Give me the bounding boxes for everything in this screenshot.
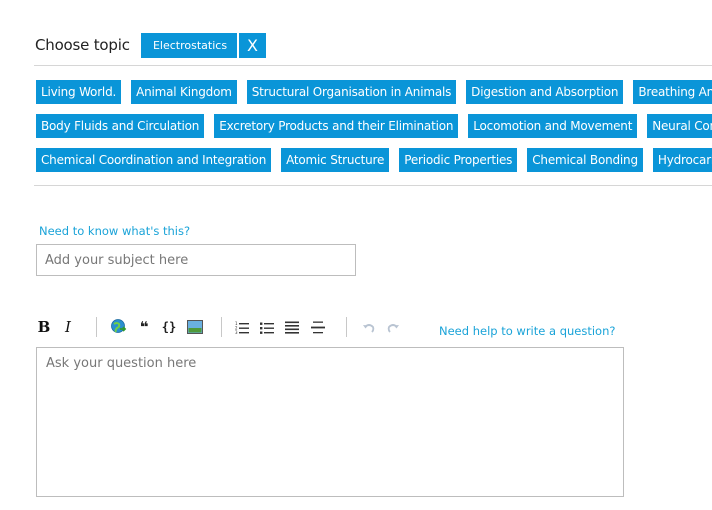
divider	[34, 185, 712, 186]
unordered-list-icon	[260, 322, 274, 334]
horizontal-rule-button[interactable]	[310, 317, 326, 337]
topic-row: Living World. Animal Kingdom Structural …	[36, 80, 712, 104]
topic-tag[interactable]: Living World.	[36, 80, 122, 104]
topic-tag[interactable]: Digestion and Absorption	[466, 80, 624, 104]
subject-help-link[interactable]: Need to know what's this?	[39, 224, 190, 238]
image-button[interactable]	[186, 317, 204, 337]
code-icon: {}	[161, 320, 177, 334]
code-button[interactable]: {}	[160, 317, 178, 337]
selected-topic-label: Electrostatics	[141, 33, 237, 58]
svg-text:3: 3	[235, 330, 238, 334]
topic-tag[interactable]: Excretory Products and their Elimination	[214, 114, 459, 138]
topic-tag[interactable]: Breathing And Exchange of Gases	[633, 80, 712, 104]
ordered-list-button[interactable]: 1 2 3	[234, 317, 250, 337]
topic-tag[interactable]: Atomic Structure	[281, 148, 390, 172]
toolbar-separator	[221, 317, 222, 337]
horizontal-rule-icon	[311, 321, 325, 333]
redo-button[interactable]	[385, 317, 401, 337]
topic-tag[interactable]: Animal Kingdom	[131, 80, 237, 104]
question-editor[interactable]	[36, 347, 624, 497]
topic-tag[interactable]: Chemical Coordination and Integration	[36, 148, 272, 172]
quote-icon: ❝	[139, 318, 149, 336]
bold-icon: B	[37, 318, 51, 336]
question-help-link[interactable]: Need help to write a question?	[439, 324, 615, 338]
topic-tag[interactable]: Structural Organisation in Animals	[246, 80, 457, 104]
link-icon	[111, 319, 127, 333]
heading-icon	[285, 321, 299, 334]
divider	[34, 65, 712, 66]
heading-button[interactable]	[284, 317, 300, 337]
redo-icon	[387, 323, 399, 333]
topic-tag[interactable]: Body Fluids and Circulation	[36, 114, 205, 138]
ask-question-form: Choose topic Electrostatics X Living Wor…	[0, 0, 712, 510]
choose-topic-label: Choose topic	[35, 36, 130, 54]
subject-input[interactable]	[36, 244, 356, 276]
topic-tag[interactable]: Neural Control and Coordination	[647, 114, 712, 138]
bold-button[interactable]: B	[36, 317, 52, 337]
topic-tag[interactable]: Periodic Properties	[399, 148, 518, 172]
topic-row: Body Fluids and Circulation Excretory Pr…	[36, 114, 712, 138]
toolbar-separator	[96, 317, 97, 337]
topic-tag[interactable]: Hydrocarbons	[652, 148, 712, 172]
ordered-list-icon: 1 2 3	[235, 321, 249, 334]
remove-topic-button[interactable]: X	[239, 33, 266, 58]
link-button[interactable]	[109, 317, 129, 337]
italic-button[interactable]: I	[60, 317, 76, 337]
undo-button[interactable]	[360, 317, 376, 337]
unordered-list-button[interactable]	[259, 317, 275, 337]
topic-tag[interactable]: Chemical Bonding	[527, 148, 643, 172]
toolbar-separator	[346, 317, 347, 337]
topic-tag[interactable]: Locomotion and Movement	[468, 114, 638, 138]
undo-icon	[362, 323, 374, 333]
italic-icon: I	[65, 318, 71, 336]
quote-button[interactable]: ❝	[135, 317, 153, 337]
image-icon	[187, 320, 203, 334]
selected-topic-chip: Electrostatics X	[141, 33, 266, 58]
topic-row: Chemical Coordination and Integration At…	[36, 148, 712, 172]
